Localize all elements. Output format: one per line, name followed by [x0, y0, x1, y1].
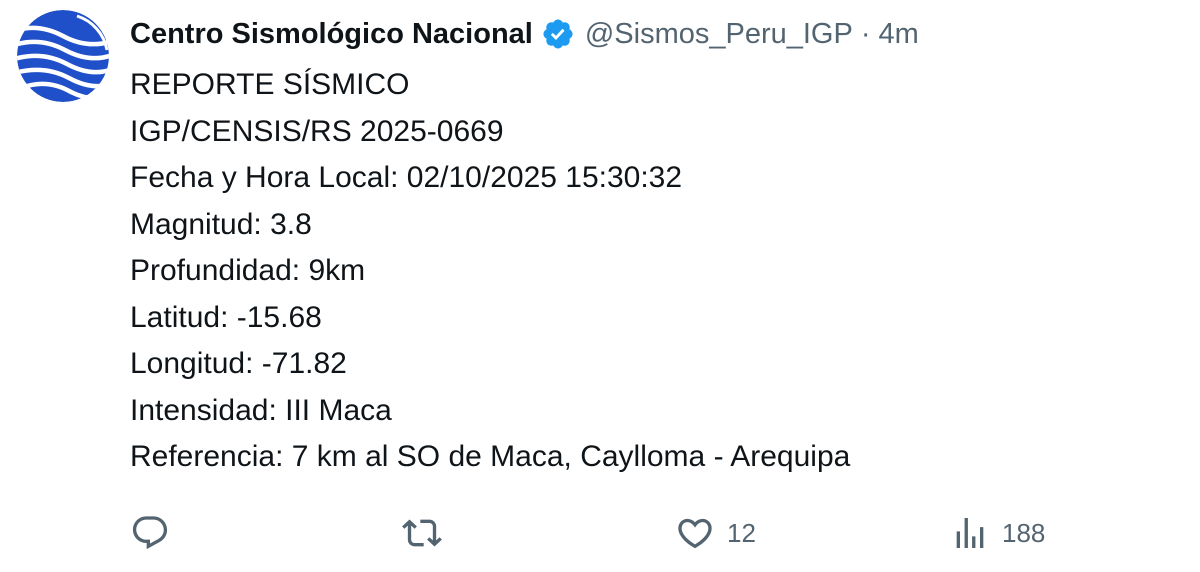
tweet-line-latitude: Latitud: -15.68	[130, 300, 322, 334]
reply-button[interactable]	[130, 508, 182, 558]
timestamp[interactable]: 4m	[879, 18, 919, 51]
views-icon	[956, 518, 984, 548]
tweet-line-intensity: Intensidad: III Maca	[130, 393, 392, 427]
separator-dot: ·	[860, 17, 871, 50]
verified-badge-icon[interactable]	[541, 17, 575, 51]
tweet-line-depth: Profundidad: 9km	[130, 254, 366, 287]
handle[interactable]: @Sismos_Peru_IGP	[585, 18, 853, 51]
tweet-line-longitude: Longitud: -71.82	[130, 347, 347, 380]
heart-icon	[678, 518, 712, 549]
tweet-line-datetime: Fecha y Hora Local: 02/10/2025 15:30:32	[130, 161, 683, 194]
tweet-actions: 12 188	[0, 508, 1200, 558]
display-name[interactable]: Centro Sismológico Nacional	[130, 18, 533, 51]
tweet-line-reference: Referencia: 7 km al SO de Maca, Caylloma…	[130, 440, 851, 473]
like-count: 12	[727, 517, 756, 548]
like-button[interactable]: 12	[675, 508, 756, 558]
tweet-line-magnitude: Magnitud: 3.8	[130, 207, 312, 241]
reply-icon	[132, 516, 168, 550]
igp-logo-icon	[17, 10, 109, 102]
views-button[interactable]: 188	[950, 508, 1045, 558]
avatar[interactable]	[17, 10, 109, 102]
tweet-line-report-id: IGP/CENSIS/RS 2025-0669	[130, 114, 504, 148]
tweet[interactable]: Centro Sismológico Nacional @Sismos_Peru…	[0, 0, 1200, 572]
tweet-text: REPORTE SÍSMICO IGP/CENSIS/RS 2025-0669 …	[130, 62, 850, 481]
tweet-header: Centro Sismológico Nacional @Sismos_Peru…	[130, 12, 919, 56]
retweet-button[interactable]	[402, 508, 454, 558]
tweet-line-title: REPORTE SÍSMICO	[130, 68, 410, 101]
retweet-icon	[402, 519, 442, 547]
views-count: 188	[1002, 517, 1046, 548]
